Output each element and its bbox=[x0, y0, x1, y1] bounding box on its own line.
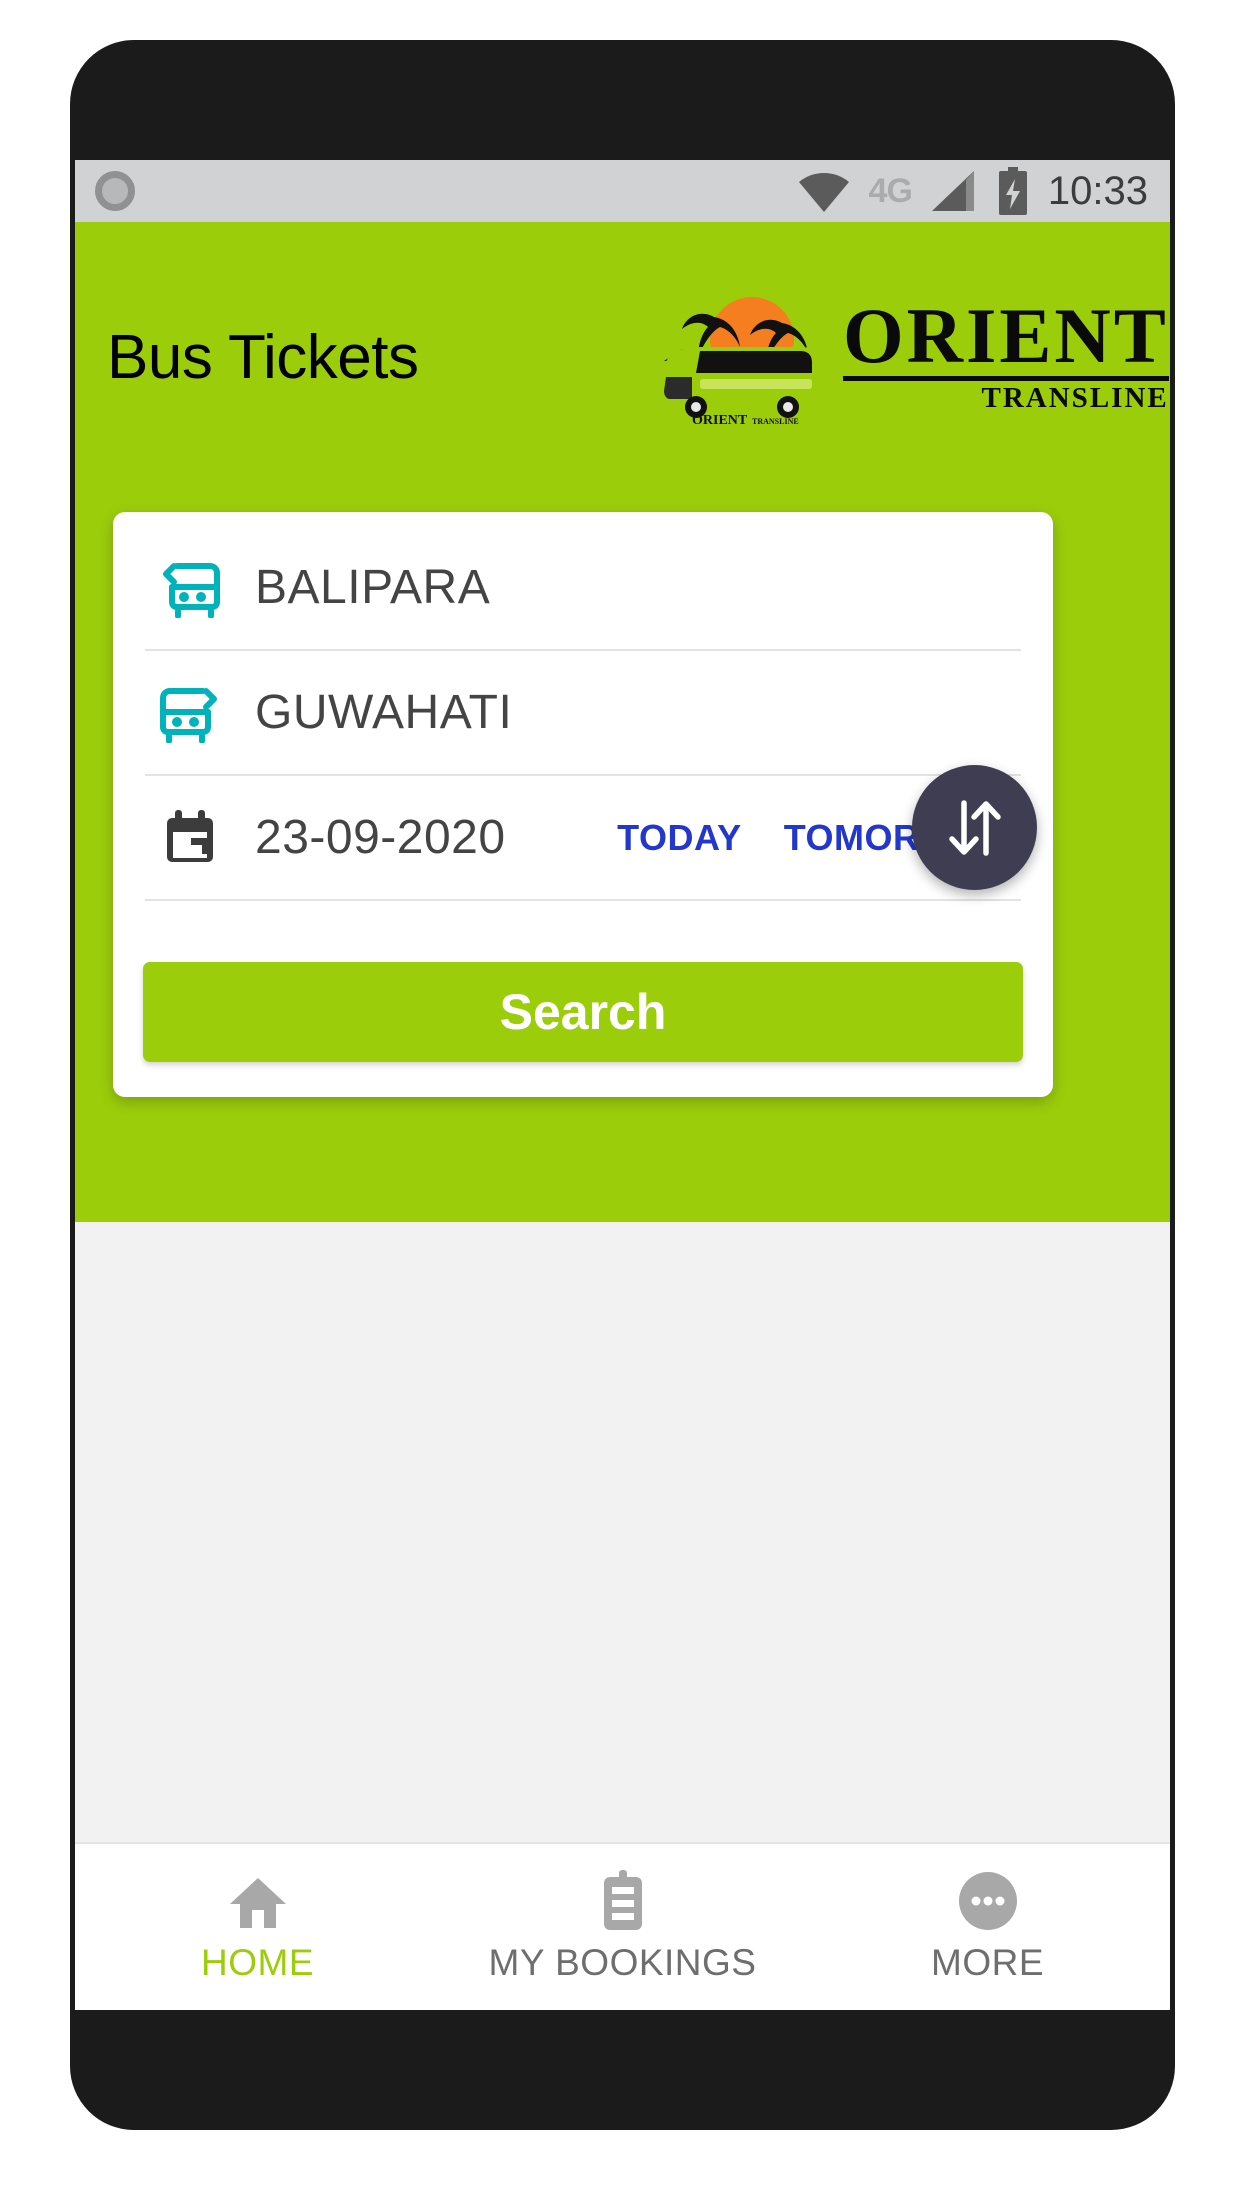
network-type-label: 4G bbox=[868, 172, 913, 210]
page-title: Bus Tickets bbox=[107, 322, 419, 392]
nav-item-my-bookings[interactable]: MY BOOKINGS bbox=[440, 1844, 805, 2010]
from-city-value: BALIPARA bbox=[255, 561, 491, 614]
nav-item-more[interactable]: MORE bbox=[805, 1844, 1170, 2010]
orient-bus-logo-mark: ORIENT TRANSLINE bbox=[652, 287, 837, 428]
swap-vertical-icon bbox=[948, 799, 1001, 856]
calendar-icon bbox=[151, 808, 229, 868]
nav-label-home: HOME bbox=[201, 1942, 314, 1983]
bottom-navigation: HOME MY BOOKINGS MORE bbox=[75, 1842, 1170, 2010]
brand-wordmark: ORIENT TRANSLINE bbox=[843, 292, 1169, 415]
signal-icon bbox=[931, 171, 974, 211]
app-header: Bus Tickets ORIENT TRANSLINE ORIENT TRAN… bbox=[75, 222, 1170, 1222]
from-field-row[interactable]: BALIPARA bbox=[145, 526, 1021, 649]
header-row: Bus Tickets ORIENT TRANSLINE ORIENT TRAN… bbox=[75, 262, 1170, 452]
field-divider-3 bbox=[145, 899, 1021, 901]
nav-item-home[interactable]: HOME bbox=[75, 1844, 440, 2010]
more-dots-icon bbox=[957, 1870, 1019, 1932]
home-icon bbox=[227, 1870, 289, 1932]
status-bar-left bbox=[95, 171, 135, 211]
search-card: BALIPARA GUWAHATI 23-09-2020 TODAY TOMOR… bbox=[113, 512, 1053, 1097]
nav-label-my-bookings: MY BOOKINGS bbox=[488, 1942, 757, 1983]
status-bar-right: 4G 10:33 bbox=[797, 167, 1148, 215]
search-button[interactable]: Search bbox=[143, 962, 1023, 1062]
date-field-row[interactable]: 23-09-2020 TODAY TOMORROW bbox=[145, 776, 1021, 899]
content-area bbox=[75, 1222, 1170, 1722]
today-button[interactable]: TODAY bbox=[617, 817, 742, 859]
camera-dot-icon bbox=[95, 171, 135, 211]
swap-cities-button[interactable] bbox=[912, 765, 1037, 890]
clipboard-icon bbox=[596, 1870, 650, 1932]
battery-charging-icon bbox=[998, 167, 1027, 215]
bus-arrival-icon bbox=[151, 683, 229, 743]
brand-logo: ORIENT TRANSLINE ORIENT TRANSLINE bbox=[652, 282, 1169, 432]
status-bar-clock: 10:33 bbox=[1047, 169, 1148, 213]
status-bar: 4G 10:33 bbox=[75, 160, 1170, 222]
travel-date-value: 23-09-2020 bbox=[255, 811, 506, 864]
bus-sun-palm-icon: ORIENT TRANSLINE bbox=[664, 297, 818, 428]
to-field-row[interactable]: GUWAHATI bbox=[145, 651, 1021, 774]
svg-text:ORIENT: ORIENT bbox=[692, 413, 748, 427]
bus-departure-icon bbox=[151, 558, 229, 618]
phone-screen: 4G 10:33 Bus Tickets ORIENT TRANSLINE OR… bbox=[75, 160, 1170, 2010]
brand-subtitle: TRANSLINE bbox=[843, 375, 1169, 415]
wifi-icon bbox=[798, 173, 849, 212]
to-city-value: GUWAHATI bbox=[255, 686, 513, 739]
nav-label-more: MORE bbox=[931, 1942, 1044, 1983]
svg-text:TRANSLINE: TRANSLINE bbox=[752, 417, 799, 426]
brand-name: ORIENT bbox=[843, 292, 1169, 380]
screenshot-root: 4G 10:33 Bus Tickets ORIENT TRANSLINE OR… bbox=[0, 0, 1242, 2208]
